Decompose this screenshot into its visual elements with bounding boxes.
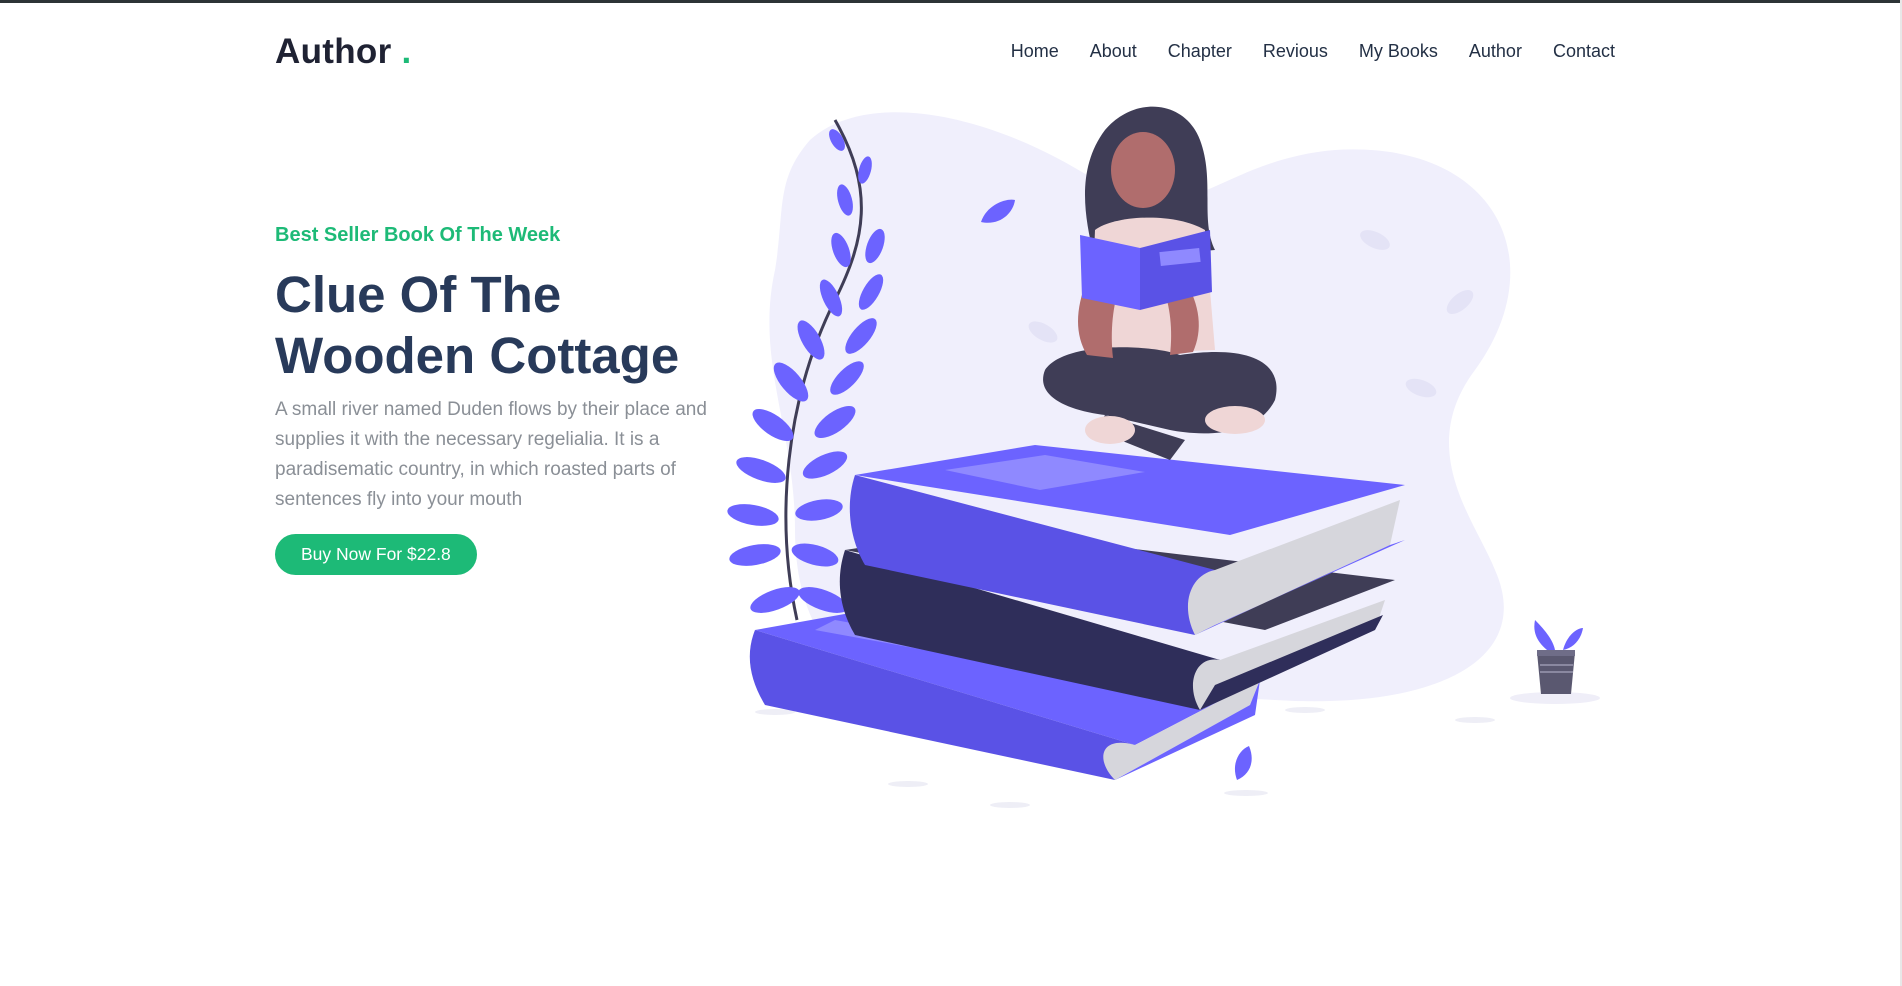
nav-item-contact[interactable]: Contact xyxy=(1553,41,1615,62)
main-nav: Home About Chapter Revious My Books Auth… xyxy=(980,41,1615,62)
nav-item-chapter[interactable]: Chapter xyxy=(1168,41,1232,62)
hero-description: A small river named Duden flows by their… xyxy=(275,399,707,510)
nav-item-home[interactable]: Home xyxy=(1011,41,1059,62)
hero-title-line-1: Clue Of The xyxy=(275,266,562,323)
woman-reading-on-books-illustration xyxy=(727,106,1600,808)
nav-item-revious[interactable]: Revious xyxy=(1263,41,1328,62)
nav-item-my-books[interactable]: My Books xyxy=(1359,41,1438,62)
hero-title-line-2: Wooden Cottage xyxy=(275,327,680,384)
potted-plant-icon xyxy=(1510,620,1600,704)
hero-eyebrow: Best Seller Book Of The Week xyxy=(275,224,561,246)
brand-logo[interactable]: Author . xyxy=(275,32,412,72)
top-border xyxy=(0,0,1902,3)
brand-dot: . xyxy=(401,32,412,71)
navbar: Author . Home About Chapter Revious My B… xyxy=(275,28,1615,78)
leaf-icon-bottom xyxy=(1234,746,1252,780)
hero-section: Best Seller Book Of The Week Clue Of The… xyxy=(275,224,715,575)
hero-title: Clue Of The Wooden Cottage xyxy=(275,264,715,386)
nav-item-author[interactable]: Author xyxy=(1469,41,1522,62)
buy-now-button[interactable]: Buy Now For $22.8 xyxy=(275,534,477,575)
open-book-icon xyxy=(1080,235,1140,310)
brand-name: Author xyxy=(275,32,392,71)
nav-item-about[interactable]: About xyxy=(1090,41,1137,62)
